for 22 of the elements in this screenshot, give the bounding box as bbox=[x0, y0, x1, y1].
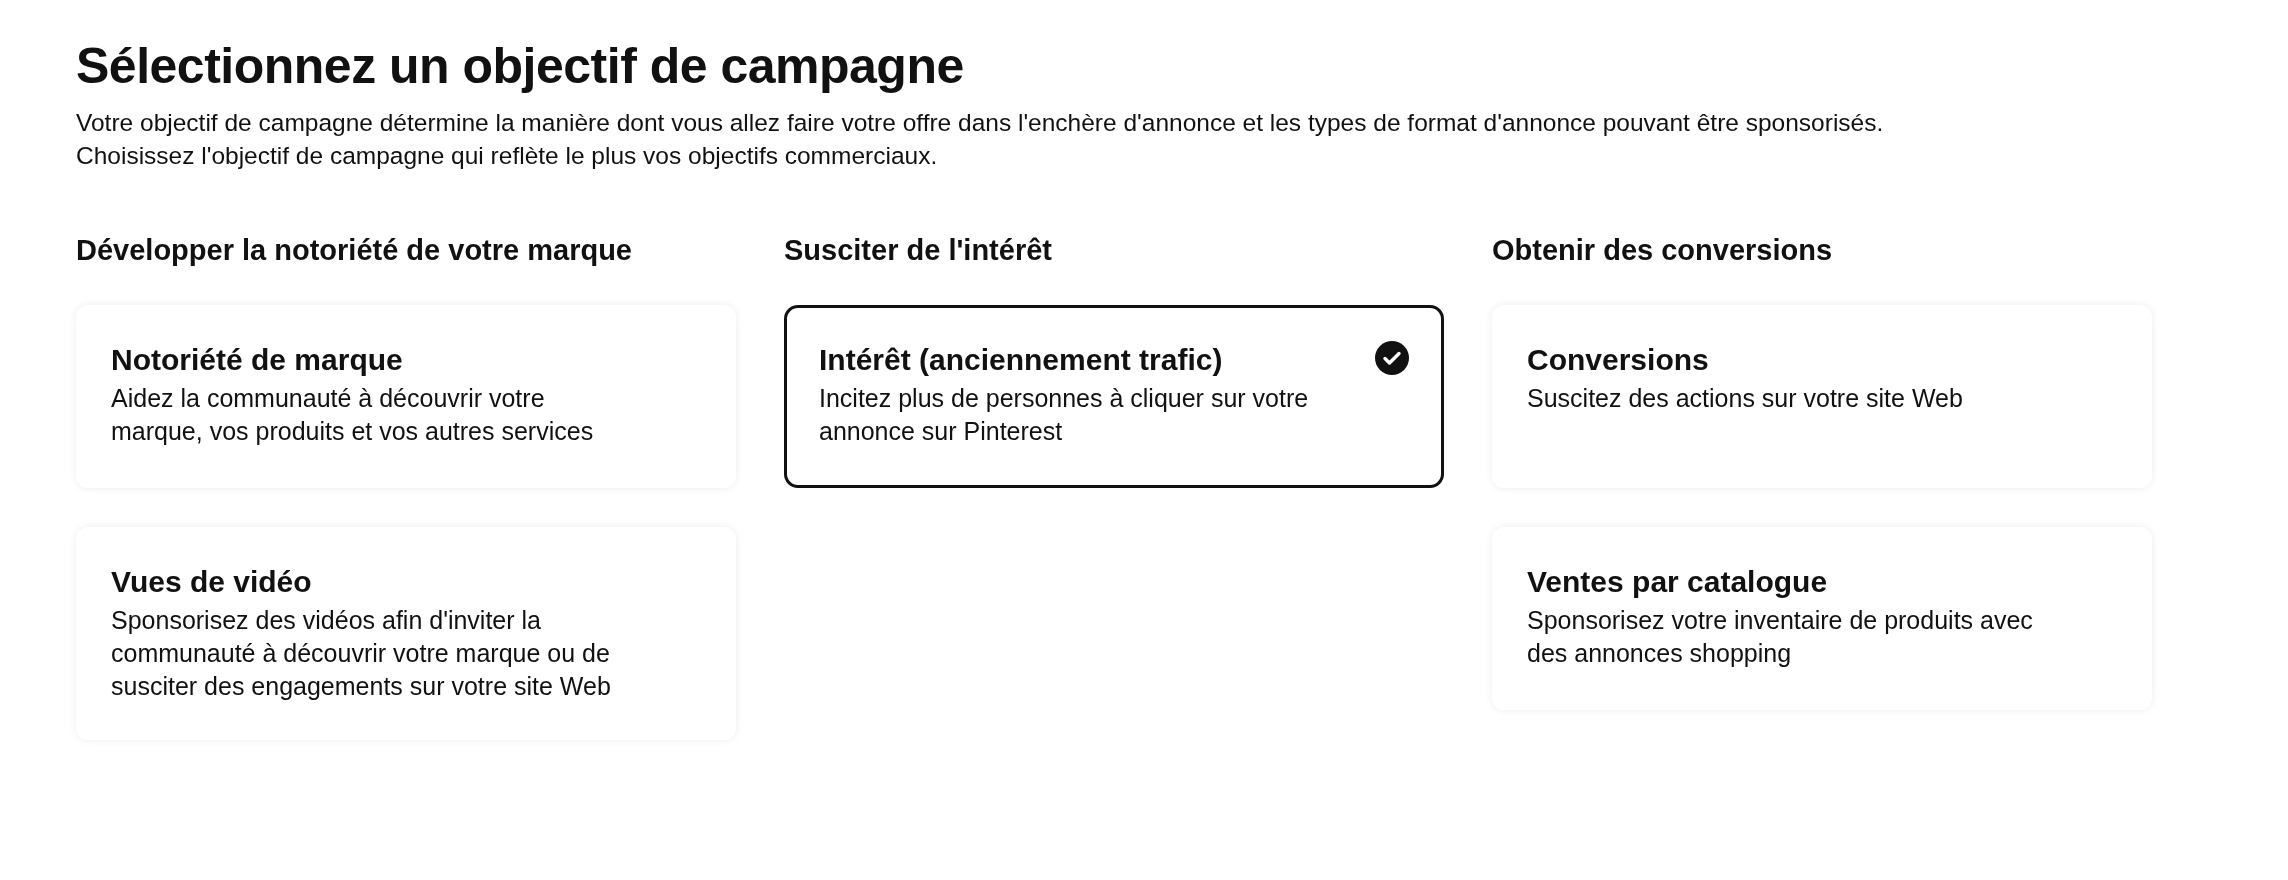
objective-card[interactable]: Vues de vidéo Sponsorisez des vidéos afin d'inviter la communauté à découvrir votre marque ou de susciter des engagements sur votre site Web bbox=[76, 527, 736, 740]
card-title: Notoriété de marque bbox=[111, 342, 403, 378]
objective-card[interactable]: Ventes par catalogue Sponsorisez votre inventaire de produits avec des annonces shopping bbox=[1492, 527, 2152, 710]
column-heading: Développer la notoriété de votre marque bbox=[76, 233, 632, 268]
card-title: Ventes par catalogue bbox=[1527, 564, 1828, 600]
card-title: Vues de vidéo bbox=[111, 564, 312, 600]
column-heading: Susciter de l'intérêt bbox=[784, 233, 1052, 268]
objective-card[interactable]: Conversions Suscitez des actions sur votre site Web bbox=[1492, 305, 2152, 488]
description-text: Choisissez l'objectif de campagne qui reflète le plus vos objectifs commerciaux. bbox=[76, 141, 938, 171]
card-description: Suscitez des actions sur votre site Web bbox=[1527, 383, 1963, 414]
card-title: Conversions bbox=[1527, 342, 1709, 378]
card-description: Aidez la communauté à découvrir votre marque, vos produits et vos autres services bbox=[111, 383, 595, 447]
card-description: Sponsorisez votre inventaire de produits avec des annonces shopping bbox=[1527, 605, 2034, 669]
checkmark-icon bbox=[1375, 341, 1409, 375]
objective-card[interactable]: Notoriété de marque Aidez la communauté à découvrir votre marque, vos produits et vos autres services bbox=[76, 305, 736, 488]
card-description: Incitez plus de personnes à cliquer sur votre annonce sur Pinterest bbox=[819, 383, 1310, 447]
objective-card[interactable]: Intérêt (anciennement trafic) Incitez plus de personnes à cliquer sur votre annonce sur Pinterest bbox=[784, 305, 1444, 488]
description-text: Votre objectif de campagne détermine la manière dont vous allez faire votre offre dans l'enchère d'annonce et les types de format d'annonce pouvant être sponsorisés. bbox=[76, 108, 1884, 138]
card-title: Intérêt (anciennement trafic) bbox=[819, 342, 1223, 378]
card-description: Sponsorisez des vidéos afin d'inviter la communauté à découvrir votre marque ou de susciter des engagements sur votre site Web bbox=[111, 605, 612, 702]
column-heading: Obtenir des conversions bbox=[1492, 233, 1833, 268]
page-title: Sélectionnez un objectif de campagne bbox=[76, 37, 965, 96]
